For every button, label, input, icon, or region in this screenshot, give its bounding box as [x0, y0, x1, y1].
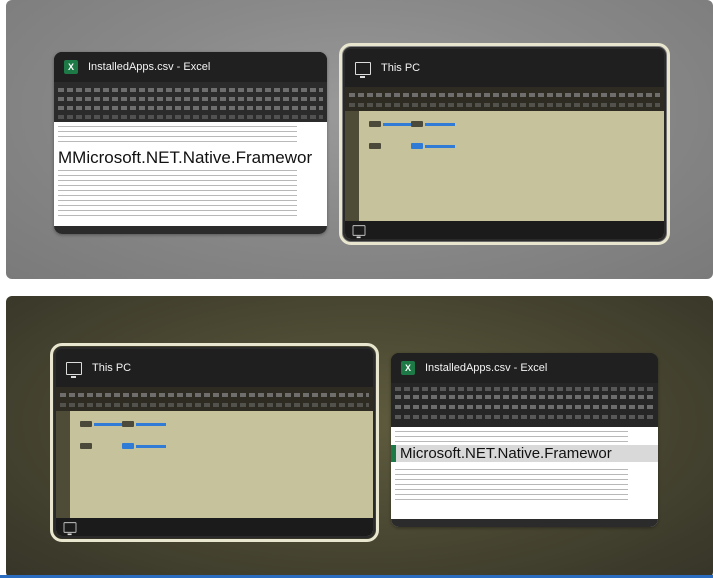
explorer-details-pane — [56, 518, 373, 536]
excel-icon: X — [64, 60, 78, 74]
window-title-bar: This PC — [345, 49, 664, 87]
window-title-bar: X InstalledApps.csv - Excel — [391, 353, 658, 383]
task-switcher-bottom: This PC X InstalledApps.csv - Excel Micr… — [6, 296, 713, 578]
navigation-pane — [56, 411, 70, 518]
explorer-toolbar — [56, 387, 373, 411]
excel-icon: X — [401, 361, 415, 375]
window-title-bar: X InstalledApps.csv - Excel — [54, 52, 327, 82]
window-card-this-pc[interactable]: This PC — [339, 43, 670, 245]
spreadsheet-grid: Microsoft.NET.Native.Framewor — [391, 427, 658, 519]
drive-item — [369, 143, 381, 149]
excel-status-bar — [391, 519, 658, 527]
window-preview — [56, 387, 373, 536]
cell-text: Microsoft.NET.Native.Framewor — [400, 445, 612, 462]
window-title: This PC — [92, 362, 132, 374]
window-title-bar: This PC — [56, 349, 373, 387]
explorer-toolbar — [345, 87, 664, 111]
computer-icon — [355, 61, 371, 78]
drive-item — [411, 143, 455, 149]
navigation-pane — [345, 111, 359, 221]
excel-status-bar — [54, 226, 327, 234]
spreadsheet-cell-preview: MMicrosoft.NET.Native.Framewor — [58, 148, 312, 168]
window-title: This PC — [381, 62, 421, 74]
window-title: InstalledApps.csv - Excel — [425, 362, 548, 374]
cell-prefix: M — [58, 148, 73, 167]
drive-item — [411, 121, 455, 127]
spreadsheet-cell-preview: Microsoft.NET.Native.Framewor — [391, 445, 658, 462]
window-card-excel[interactable]: X InstalledApps.csv - Excel Microsoft.NE… — [391, 353, 658, 527]
window-card-excel[interactable]: X InstalledApps.csv - Excel MMicrosoft.N… — [54, 52, 327, 234]
window-preview: Microsoft.NET.Native.Framewor — [391, 383, 658, 527]
drive-item — [122, 421, 166, 427]
excel-ribbon — [54, 82, 327, 122]
drive-item — [80, 443, 92, 449]
drive-item — [80, 421, 124, 427]
cell-text: Microsoft.NET.Native.Framewor — [72, 148, 313, 167]
computer-icon — [66, 361, 82, 378]
window-preview — [345, 87, 664, 239]
window-title: InstalledApps.csv - Excel — [88, 61, 211, 73]
excel-ribbon — [391, 383, 658, 427]
window-preview: MMicrosoft.NET.Native.Framewor — [54, 82, 327, 234]
spreadsheet-grid: MMicrosoft.NET.Native.Framewor — [54, 122, 327, 226]
window-card-this-pc[interactable]: This PC — [50, 343, 379, 542]
task-switcher-top: X InstalledApps.csv - Excel MMicrosoft.N… — [6, 0, 713, 279]
drive-item — [369, 121, 413, 127]
explorer-details-pane — [345, 221, 664, 239]
drive-item — [122, 443, 166, 449]
